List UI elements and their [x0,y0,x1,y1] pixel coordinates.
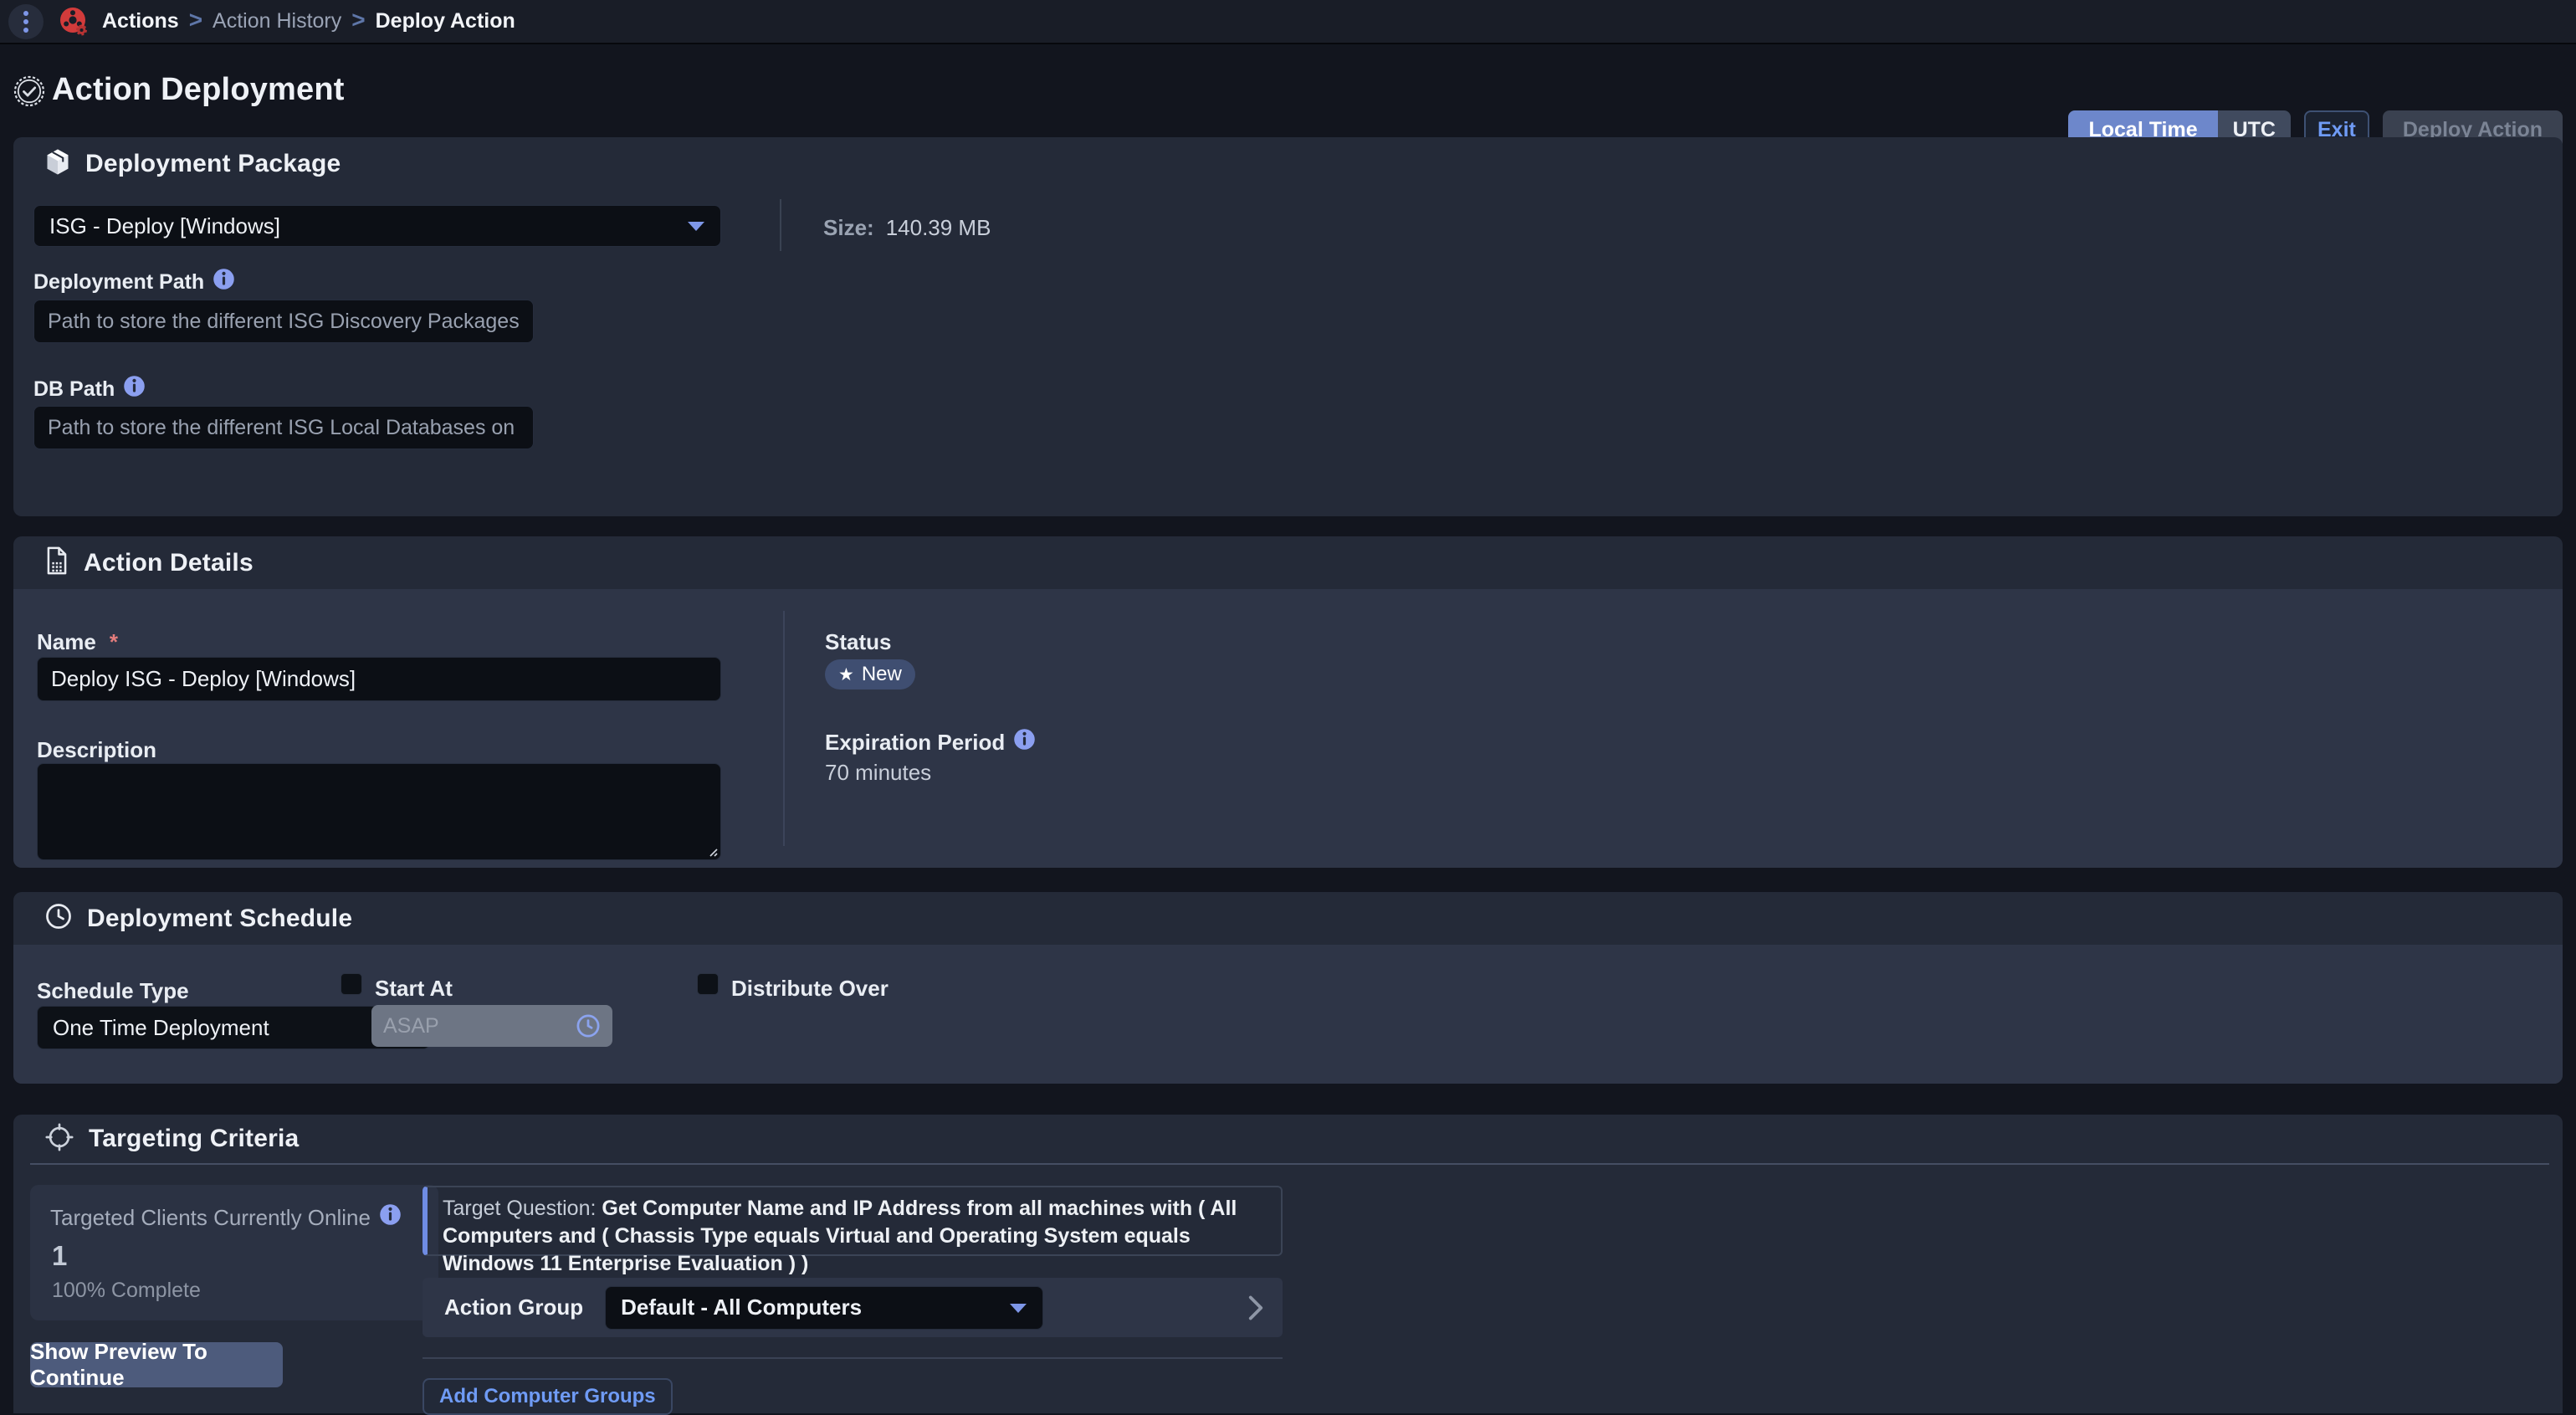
kebab-dot [23,28,28,33]
size-value: 140.39 MB [886,215,991,241]
action-details-body: Name * Description Status ★ New Expirati… [13,589,2563,868]
name-label-text: Name [37,629,96,655]
chevron-right-icon[interactable] [1247,1294,1264,1322]
action-group-row: Action Group Default - All Computers [423,1278,1283,1337]
action-details-section: Action Details Name * Description Status… [13,536,2563,868]
deployment-package-header: Deployment Package [13,137,2563,190]
status-badge: ★ New [825,659,915,690]
star-icon: ★ [838,666,854,684]
targeted-clients-label-text: Targeted Clients Currently Online [50,1205,371,1231]
kebab-dot [23,19,28,24]
package-select-value: ISG - Deploy [Windows] [49,213,280,239]
vertical-divider [783,611,785,846]
header-divider [30,1163,2549,1165]
caret-down-icon [1009,1302,1027,1314]
deployment-package-section: Deployment Package ISG - Deploy [Windows… [13,137,2563,516]
add-computer-groups-button[interactable]: Add Computer Groups [423,1378,673,1415]
schedule-type-label-text: Schedule Type [37,978,189,1004]
page-title: Action Deployment [52,72,345,108]
section-title: Deployment Package [85,150,341,178]
section-title: Targeting Criteria [89,1125,299,1153]
deployment-schedule-header: Deployment Schedule [13,892,2563,945]
targeted-clients-count: 1 [52,1240,67,1272]
info-icon[interactable] [1013,728,1036,756]
app-menu-button[interactable] [8,4,44,39]
distribute-over-label: Distribute Over [731,976,889,1002]
package-cube-icon [45,148,70,180]
name-label: Name * [37,629,118,655]
schedule-type-value: One Time Deployment [53,1015,269,1041]
targeted-clients-progress: 100% Complete [52,1279,201,1303]
package-size: Size: 140.39 MB [823,215,991,241]
deployment-path-label: Deployment Path [33,268,235,296]
breadcrumb-separator-icon: > [351,8,365,35]
row-divider [423,1357,1283,1359]
deployment-schedule-body: Schedule Type One Time Deployment Start … [13,945,2563,1084]
description-textarea[interactable] [37,763,721,860]
db-path-label-text: DB Path [33,377,115,402]
start-at-label-text: Start At [375,976,453,1002]
clock-picker-icon[interactable] [576,1013,601,1038]
show-preview-button[interactable]: Show Preview To Continue [30,1342,283,1387]
size-label: Size: [823,215,874,241]
target-question-prefix: Target Question: [443,1197,602,1220]
expiration-value: 70 minutes [825,760,931,786]
description-label: Description [37,737,156,763]
start-at-checkbox[interactable] [341,973,362,995]
seal-check-icon [11,73,48,114]
kebab-dot [23,11,28,16]
info-icon[interactable] [123,375,146,403]
section-title: Action Details [84,549,254,577]
package-select[interactable]: ISG - Deploy [Windows] [33,205,721,247]
schedule-type-label: Schedule Type [37,978,189,1004]
deployment-schedule-section: Deployment Schedule Schedule Type One Ti… [13,892,2563,1084]
action-group-select[interactable]: Default - All Computers [605,1286,1043,1330]
actions-logo-icon [57,5,90,38]
db-path-label: DB Path [33,375,146,403]
description-label-text: Description [37,737,156,763]
start-at-placeholder: ASAP [383,1014,439,1038]
status-label: Status [825,629,891,655]
start-at-label: Start At [375,976,453,1002]
expiration-label-text: Expiration Period [825,730,1005,756]
document-icon [45,546,69,579]
info-icon[interactable] [213,268,235,296]
breadcrumb: Actions > Action History > Deploy Action [102,8,515,35]
targeted-clients-card: Targeted Clients Currently Online 1 100%… [30,1185,438,1320]
action-name-input[interactable] [37,657,721,701]
status-badge-text: New [862,663,902,686]
caret-down-icon [687,220,705,232]
top-navigation-bar: Actions > Action History > Deploy Action [0,0,2576,44]
targeting-criteria-header: Targeting Criteria [13,1115,2563,1163]
distribute-over-checkbox[interactable] [697,973,719,995]
targeted-clients-label: Targeted Clients Currently Online [50,1203,402,1232]
breadcrumb-deploy-action: Deploy Action [376,9,515,33]
breadcrumb-separator-icon: > [189,8,202,35]
distribute-over-label-text: Distribute Over [731,976,889,1002]
action-group-value: Default - All Computers [621,1295,862,1320]
clock-icon [45,903,72,934]
deployment-path-input[interactable] [33,300,534,343]
vertical-divider [780,199,781,251]
breadcrumb-actions[interactable]: Actions [102,9,179,33]
start-at-input[interactable]: ASAP [371,1005,612,1047]
info-icon[interactable] [379,1203,402,1232]
deployment-path-label-text: Deployment Path [33,270,204,295]
target-question-box: Target Question: Get Computer Name and I… [423,1186,1283,1256]
action-details-header: Action Details [13,536,2563,589]
status-label-text: Status [825,629,891,655]
page-header: Action Deployment Local Time UTC Exit De… [0,46,2576,137]
expiration-period-label: Expiration Period [825,728,1036,756]
db-path-input[interactable] [33,406,534,449]
section-title: Deployment Schedule [87,905,352,933]
breadcrumb-action-history[interactable]: Action History [213,9,341,33]
action-group-label: Action Group [444,1295,583,1320]
required-asterisk: * [110,629,118,655]
crosshair-icon [45,1123,74,1156]
targeting-criteria-section: Targeting Criteria Targeted Clients Curr… [13,1115,2563,1413]
